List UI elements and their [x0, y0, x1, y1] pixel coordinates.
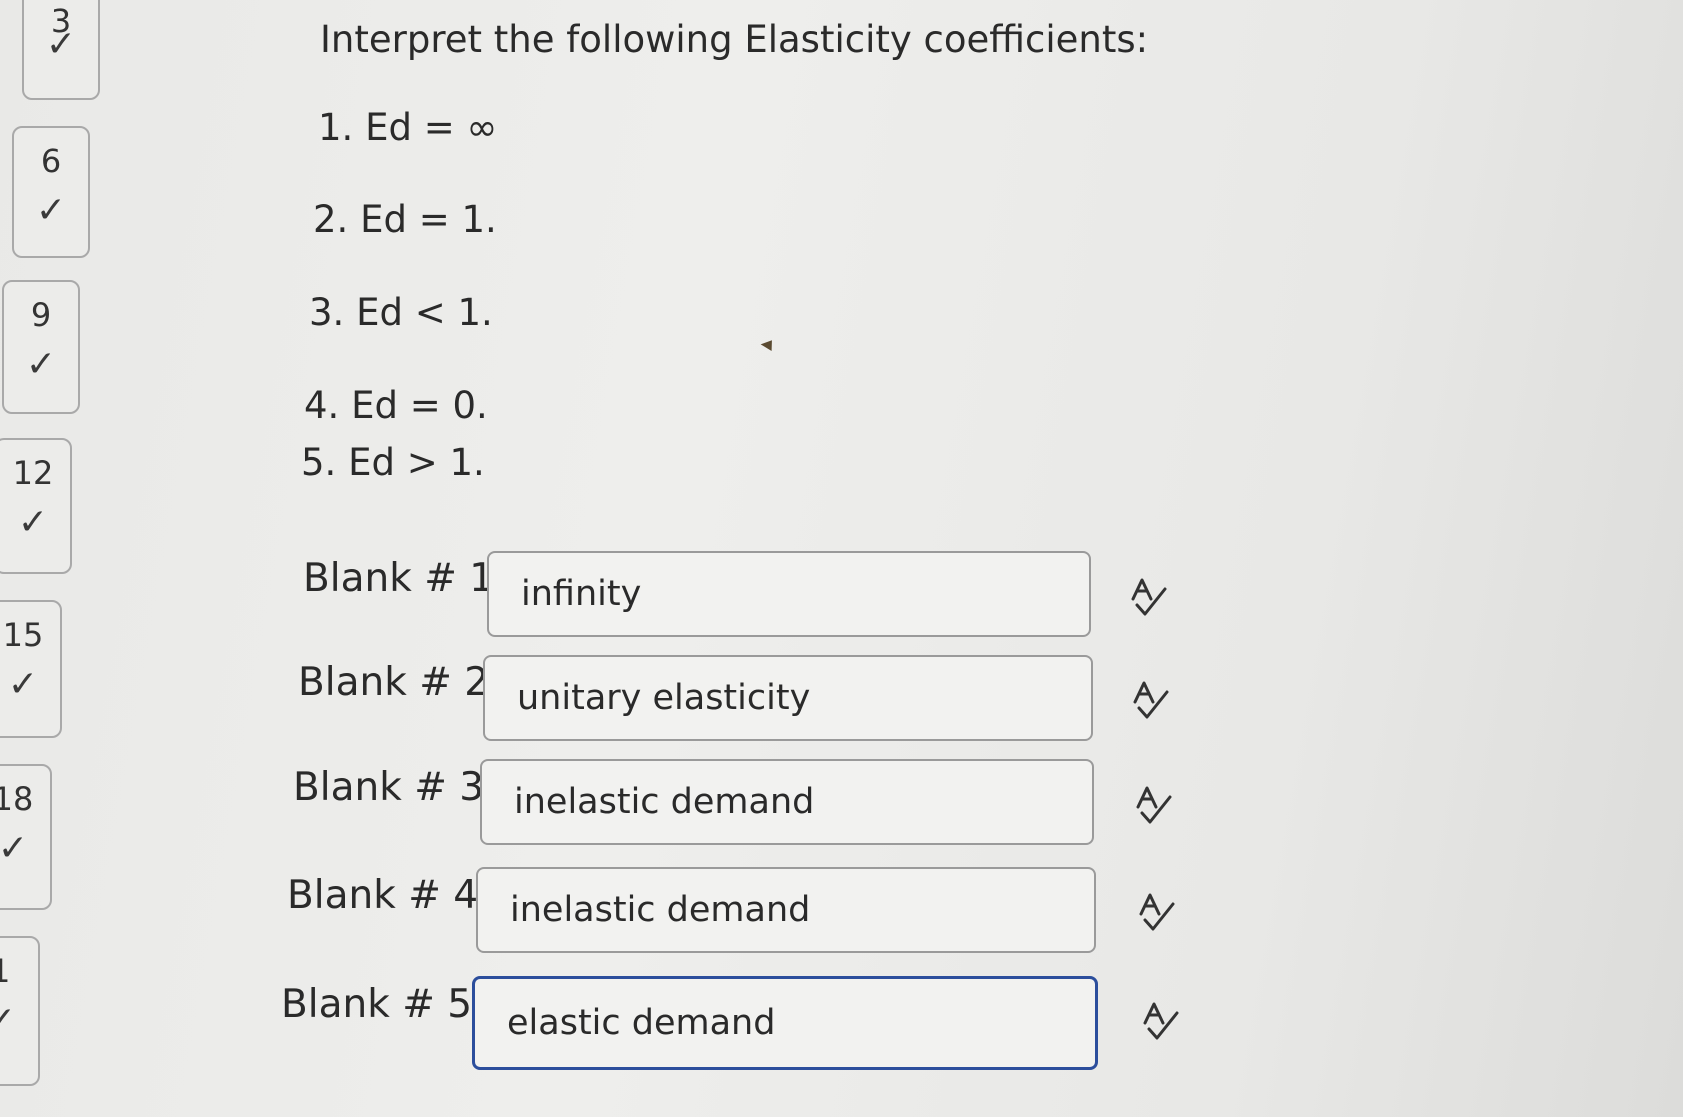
spellcheck-icon[interactable]	[1141, 1001, 1181, 1043]
check-icon: ✓	[0, 1000, 17, 1041]
question-title: Interpret the following Elasticity coeff…	[320, 18, 1149, 61]
nav-question-12[interactable]: 12 ✓	[0, 438, 72, 574]
nav-question-21[interactable]: 1 ✓	[0, 936, 40, 1086]
question-item: 1. Ed = ∞	[318, 106, 498, 149]
question-item: 2. Ed = 1.	[313, 198, 497, 241]
check-icon: ✓	[0, 828, 29, 869]
question-item: 4. Ed = 0.	[304, 384, 488, 427]
blank-label-3: Blank # 3	[293, 765, 485, 810]
spellcheck-icon[interactable]	[1137, 892, 1177, 934]
blank-input-4[interactable]: inelastic demand	[476, 867, 1096, 953]
check-icon: ✓	[35, 190, 67, 231]
blank-input-2[interactable]: unitary elasticity	[483, 655, 1093, 741]
nav-question-number: 12	[12, 454, 54, 492]
question-item: 3. Ed < 1.	[309, 291, 493, 334]
spellcheck-icon[interactable]	[1131, 680, 1171, 722]
question-item: 5. Ed > 1.	[301, 441, 485, 484]
question-navigator: 3 ✓ 6 ✓ 9 ✓ 12 ✓ 15 ✓ 18 ✓ 1 ✓	[0, 0, 110, 1117]
blank-label-5: Blank # 5	[281, 982, 473, 1027]
check-icon: ✓	[25, 344, 57, 385]
blank-input-1[interactable]: infinity	[487, 551, 1091, 637]
check-icon: ✓	[17, 502, 49, 543]
nav-question-number: 15	[2, 616, 44, 654]
nav-question-3[interactable]: 3 ✓	[22, 0, 100, 100]
check-icon: ✓	[45, 24, 77, 65]
nav-question-number: 18	[0, 780, 34, 818]
blank-label-2: Blank # 2	[298, 660, 490, 705]
blank-label-4: Blank # 4	[287, 873, 479, 918]
spellcheck-icon[interactable]	[1134, 785, 1174, 827]
blank-input-3[interactable]: inelastic demand	[480, 759, 1094, 845]
check-icon: ✓	[7, 664, 39, 705]
nav-question-15[interactable]: 15 ✓	[0, 600, 62, 738]
nav-question-9[interactable]: 9 ✓	[2, 280, 80, 414]
nav-question-number: 6	[40, 142, 62, 180]
nav-question-number: 1	[0, 952, 11, 990]
mouse-cursor	[760, 340, 776, 354]
nav-question-6[interactable]: 6 ✓	[12, 126, 90, 258]
spellcheck-icon[interactable]	[1129, 577, 1169, 619]
blank-label-1: Blank # 1	[303, 556, 495, 601]
nav-question-number: 9	[30, 296, 52, 334]
nav-question-18[interactable]: 18 ✓	[0, 764, 52, 910]
blank-input-5[interactable]: elastic demand	[472, 976, 1098, 1070]
